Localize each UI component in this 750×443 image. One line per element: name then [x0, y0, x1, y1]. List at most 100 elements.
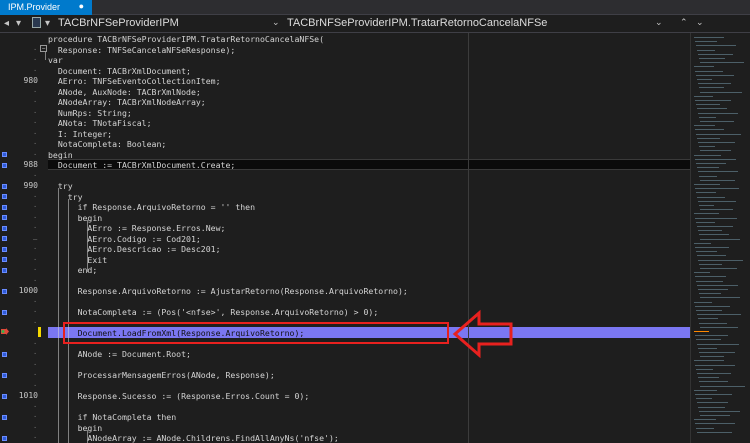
minimap-line: [698, 377, 719, 379]
code-line[interactable]: if NotaCompleta then: [48, 412, 177, 423]
gutter-dot: ·: [33, 140, 38, 148]
tab-modified-icon[interactable]: ●: [79, 1, 84, 11]
minimap-line: [700, 179, 735, 181]
minimap-line: [694, 184, 720, 185]
minimap-line: [696, 104, 720, 106]
minimap-line: [694, 154, 721, 156]
back-icon[interactable]: ◂: [4, 18, 9, 29]
code-line[interactable]: Document.LoadFromXml(Response.ArquivoRet…: [48, 328, 305, 339]
class-selector[interactable]: TACBrNFSeProviderIPM: [58, 17, 179, 29]
minimap-line: [697, 108, 727, 110]
fold-toggle-icon[interactable]: −: [40, 45, 47, 52]
minimap-line: [699, 352, 735, 353]
minimap-line: [699, 381, 728, 383]
breakpoint-marker[interactable]: [2, 236, 7, 241]
nav-up-icon[interactable]: ⌃: [680, 17, 688, 28]
code-line[interactable]: try: [48, 192, 83, 203]
minimap-line: [698, 406, 725, 408]
gutter-dot: ·: [33, 423, 38, 432]
minimap-line: [696, 163, 726, 164]
right-margin-line: [468, 33, 469, 443]
breakpoint-marker[interactable]: [2, 257, 7, 262]
unit-dropdown-icon[interactable]: ▾: [45, 18, 50, 29]
code-line[interactable]: begin: [48, 213, 103, 224]
breakpoint-marker[interactable]: [2, 309, 7, 315]
gutter-dot: ·: [33, 192, 38, 201]
minimap-line: [700, 121, 734, 122]
nav-down-icon[interactable]: ⌄: [696, 17, 704, 28]
class-dropdown-icon[interactable]: ⌄: [272, 17, 280, 28]
minimap-line: [697, 402, 728, 404]
code-line[interactable]: ANode, AuxNode: TACBrXmlNode;: [48, 87, 201, 98]
code-line[interactable]: ProcessarMensagemErros(ANode, Response);: [48, 370, 275, 381]
minimap-line: [695, 305, 730, 307]
breakpoint-marker[interactable]: [2, 414, 7, 420]
gutter-dot: ·: [33, 203, 38, 211]
breakpoint-marker[interactable]: [2, 267, 7, 273]
method-selector[interactable]: TACBrNFSeProviderIPM.TratarRetornoCancel…: [287, 17, 547, 29]
program-counter-icon: [1, 328, 9, 335]
minimap-line: [694, 360, 724, 362]
code-line[interactable]: NumRps: String;: [48, 108, 132, 119]
code-line[interactable]: begin: [48, 150, 73, 161]
breakpoint-marker[interactable]: [2, 183, 7, 189]
minimap-line: [695, 364, 735, 366]
breakpoint-marker[interactable]: [2, 435, 7, 441]
code-line[interactable]: try: [48, 181, 73, 192]
breakpoint-marker[interactable]: [2, 288, 7, 294]
code-line[interactable]: AErro := Response.Erros.New;: [48, 223, 225, 234]
breakpoint-marker[interactable]: [2, 351, 7, 357]
method-dropdown-icon[interactable]: ⌄: [655, 17, 663, 28]
line-number: 980: [23, 76, 38, 85]
code-line[interactable]: Exit: [48, 255, 107, 266]
code-line[interactable]: ANode := Document.Root;: [48, 349, 191, 360]
code-line[interactable]: AErro.Descricao := Desc201;: [48, 244, 220, 255]
annotation-arrow-icon: [452, 309, 513, 359]
gutter-dot: –: [33, 234, 38, 243]
code-line[interactable]: if Response.ArquivoRetorno = '' then: [48, 202, 255, 213]
code-line[interactable]: Response.Sucesso := (Response.Erros.Coun…: [48, 391, 310, 402]
breakpoint-marker[interactable]: [2, 162, 7, 168]
breakpoint-marker[interactable]: [2, 393, 7, 399]
forward-icon[interactable]: ▾: [16, 18, 21, 29]
code-line[interactable]: var: [48, 55, 63, 66]
code-line[interactable]: begin: [48, 423, 103, 434]
minimap-line: [700, 297, 740, 299]
breakpoint-marker[interactable]: [2, 246, 7, 252]
gutter-dot: ·: [33, 119, 38, 127]
minimap-line: [694, 301, 712, 303]
breakpoint-marker[interactable]: [2, 215, 7, 220]
minimap-line: [697, 284, 738, 286]
code-line[interactable]: Document := TACBrXmlDocument.Create;: [48, 160, 235, 171]
code-line[interactable]: ANodeArray: TACBrXmlNodeArray;: [48, 97, 206, 108]
minimap-line: [697, 255, 726, 257]
line-number: 1010: [18, 391, 38, 400]
code-line[interactable]: end;: [48, 265, 98, 276]
code-line[interactable]: procedure TACBrNFSeProviderIPM.TratarRet…: [48, 34, 324, 45]
breakpoint-marker[interactable]: [2, 194, 7, 199]
code-line[interactable]: AErro.Codigo := Cod201;: [48, 234, 200, 245]
code-line[interactable]: Response: TNFSeCancelaNFSeResponse);: [48, 45, 235, 56]
code-minimap[interactable]: [690, 33, 750, 443]
breakpoint-marker[interactable]: [2, 204, 7, 210]
code-line[interactable]: ANota: TNotaFiscal;: [48, 118, 152, 129]
gutter-dot: ·: [33, 360, 38, 369]
code-line[interactable]: NotaCompleta := (Pos('<nfse>', Response.…: [48, 307, 379, 318]
tab-title: IPM.Provider: [8, 2, 61, 12]
code-line[interactable]: AErro: TNFSeEventoCollectionItem;: [48, 76, 221, 87]
minimap-line: [699, 234, 729, 236]
code-line[interactable]: Response.ArquivoRetorno := AjustarRetorn…: [48, 286, 408, 297]
minimap-line: [695, 129, 724, 131]
code-line[interactable]: ANodeArray := ANode.Childrens.FindAllAny…: [48, 433, 338, 443]
fold-column[interactable]: [40, 33, 48, 443]
code-line[interactable]: Document: TACBrXmlDocument;: [48, 66, 191, 77]
code-line[interactable]: NotaCompleta: Boolean;: [48, 139, 166, 150]
breakpoint-marker[interactable]: [2, 225, 7, 231]
gutter-dot: ·: [33, 297, 38, 306]
tab-ipm-provider[interactable]: IPM.Provider ●: [0, 0, 92, 15]
breakpoint-marker[interactable]: [2, 152, 7, 157]
minimap-line: [699, 146, 715, 148]
minimap-line: [698, 289, 728, 290]
code-line[interactable]: I: Integer;: [48, 129, 112, 140]
breakpoint-marker[interactable]: [2, 372, 7, 378]
